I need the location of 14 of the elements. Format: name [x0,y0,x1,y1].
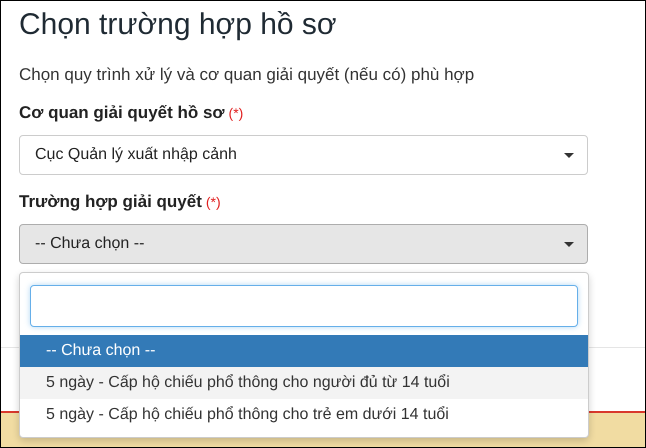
field-label: Trường hợp giải quyết [19,192,202,211]
dropdown-option[interactable]: 5 ngày - Cấp hộ chiếu phổ thông cho người đủ từ 14 tuổi [20,367,588,399]
search-field[interactable] [30,285,578,327]
field-label: Cơ quan giải quyết hồ sơ [19,103,225,122]
caret-icon [564,152,574,158]
select-field[interactable]: Cục Quản lý xuất nhập cảnh [19,135,588,175]
required-mark: (*) [228,105,244,121]
required-mark: (*) [206,194,221,210]
dropdown-option[interactable]: -- Chưa chọn -- [20,335,588,367]
caret-icon [564,242,574,246]
dialog-title: Chọn trường hợp hồ sơ [19,7,338,43]
instruction-text: Chọn quy trình xử lý và cơ quan giải quyết (nếu có) phù hợp [19,64,476,86]
dropdown-option[interactable]: 5 ngày - Cấp hộ chiếu phổ thông cho trẻ em dưới 14 tuổi [20,399,588,431]
select-field[interactable]: -- Chưa chọn -- [19,224,588,264]
